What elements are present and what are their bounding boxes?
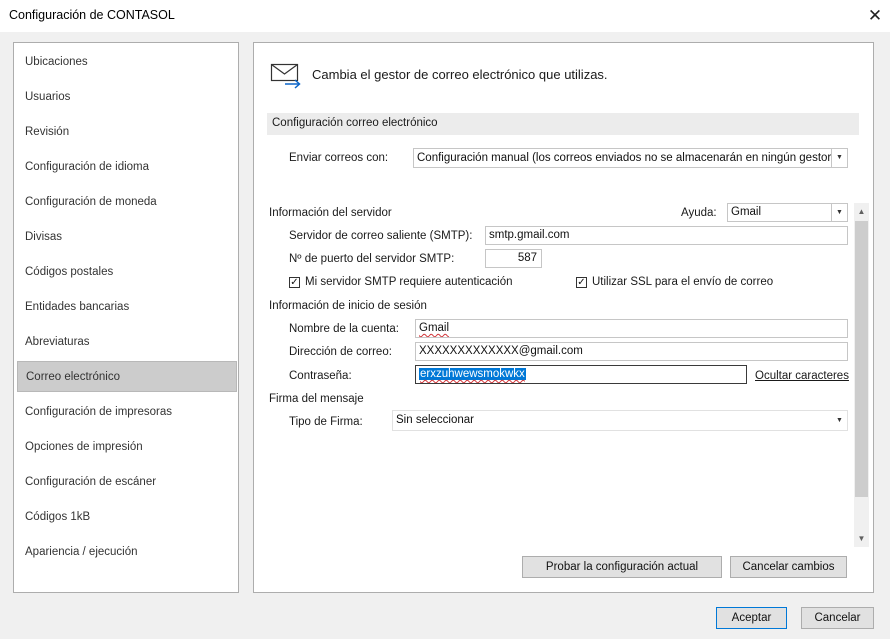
- nav-item-abreviaturas[interactable]: Abreviaturas: [17, 327, 237, 358]
- nav-item-correo[interactable]: Correo electrónico: [17, 361, 237, 392]
- account-input[interactable]: Gmail: [415, 319, 848, 338]
- signature-type-value: Sin seleccionar: [396, 414, 474, 426]
- ssl-label: Utilizar SSL para el envío de correo: [592, 276, 774, 288]
- mail-forward-icon: [270, 63, 301, 89]
- password-label: Contraseña:: [289, 370, 352, 382]
- signature-section-label: Firma del mensaje: [269, 393, 364, 405]
- nav-item-apariencia[interactable]: Apariencia / ejecución: [17, 537, 237, 568]
- account-value: Gmail: [419, 322, 450, 334]
- accept-button[interactable]: Aceptar: [716, 607, 787, 629]
- hide-characters-link[interactable]: Ocultar caracteres: [755, 370, 849, 382]
- email-input[interactable]: XXXXXXXXXXXXX@gmail.com: [415, 342, 848, 361]
- email-label: Dirección de correo:: [289, 346, 392, 358]
- section-title: Configuración correo electrónico: [272, 117, 438, 129]
- nav-item-idioma[interactable]: Configuración de idioma: [17, 152, 237, 183]
- nav-item-opciones-impresion[interactable]: Opciones de impresión: [17, 432, 237, 463]
- cancel-changes-button[interactable]: Cancelar cambios: [730, 556, 847, 578]
- send-with-label: Enviar correos con:: [289, 152, 389, 164]
- password-value: erxzuhwewsmokwkx: [419, 368, 526, 380]
- cancel-button[interactable]: Cancelar: [801, 607, 874, 629]
- chevron-down-icon[interactable]: ▼: [831, 149, 847, 167]
- port-label: Nº de puerto del servidor SMTP:: [289, 253, 455, 265]
- help-label: Ayuda:: [681, 207, 717, 219]
- account-label: Nombre de la cuenta:: [289, 323, 399, 335]
- scroll-down-icon[interactable]: ▼: [854, 532, 869, 546]
- ssl-checkbox[interactable]: ✓: [576, 277, 587, 288]
- scroll-up-icon[interactable]: ▲: [854, 205, 869, 219]
- signature-type-label: Tipo de Firma:: [289, 416, 363, 428]
- help-dropdown[interactable]: Gmail ▼: [727, 203, 848, 222]
- port-input[interactable]: 587: [485, 249, 542, 268]
- password-input[interactable]: erxzuhwewsmokwkx: [415, 365, 747, 384]
- help-value: Gmail: [731, 206, 762, 218]
- nav-item-codigos-1kb[interactable]: Códigos 1kB: [17, 502, 237, 533]
- close-icon[interactable]: ✕: [864, 5, 886, 27]
- smtp-label: Servidor de correo saliente (SMTP):: [289, 230, 473, 242]
- nav-item-impresoras[interactable]: Configuración de impresoras: [17, 397, 237, 428]
- nav-item-revision[interactable]: Revisión: [17, 117, 237, 148]
- settings-nav: Ubicaciones Usuarios Revisión Configurac…: [13, 42, 239, 593]
- send-with-value: Configuración manual (los correos enviad…: [417, 152, 848, 164]
- nav-item-escaner[interactable]: Configuración de escáner: [17, 467, 237, 498]
- test-config-button[interactable]: Probar la configuración actual: [522, 556, 722, 578]
- chevron-down-icon[interactable]: ▼: [831, 204, 847, 221]
- window-title: Configuración de CONTASOL: [9, 8, 175, 22]
- scrollbar-thumb[interactable]: [855, 221, 868, 497]
- auth-checkbox[interactable]: ✓: [289, 277, 300, 288]
- nav-item-moneda[interactable]: Configuración de moneda: [17, 187, 237, 218]
- auth-label: Mi servidor SMTP requiere autenticación: [305, 276, 513, 288]
- login-section-label: Información de inicio de sesión: [269, 300, 427, 312]
- smtp-input[interactable]: smtp.gmail.com: [485, 226, 848, 245]
- send-with-dropdown[interactable]: Configuración manual (los correos enviad…: [413, 148, 848, 168]
- nav-item-usuarios[interactable]: Usuarios: [17, 82, 237, 113]
- nav-item-ubicaciones[interactable]: Ubicaciones: [17, 47, 237, 78]
- page-header: Cambia el gestor de correo electrónico q…: [312, 67, 608, 82]
- nav-item-entidades[interactable]: Entidades bancarias: [17, 292, 237, 323]
- nav-item-codigos-postales[interactable]: Códigos postales: [17, 257, 237, 288]
- chevron-down-icon[interactable]: ▼: [832, 411, 847, 430]
- server-section-label: Información del servidor: [269, 207, 392, 219]
- signature-type-dropdown[interactable]: Sin seleccionar ▼: [392, 410, 848, 431]
- nav-item-divisas[interactable]: Divisas: [17, 222, 237, 253]
